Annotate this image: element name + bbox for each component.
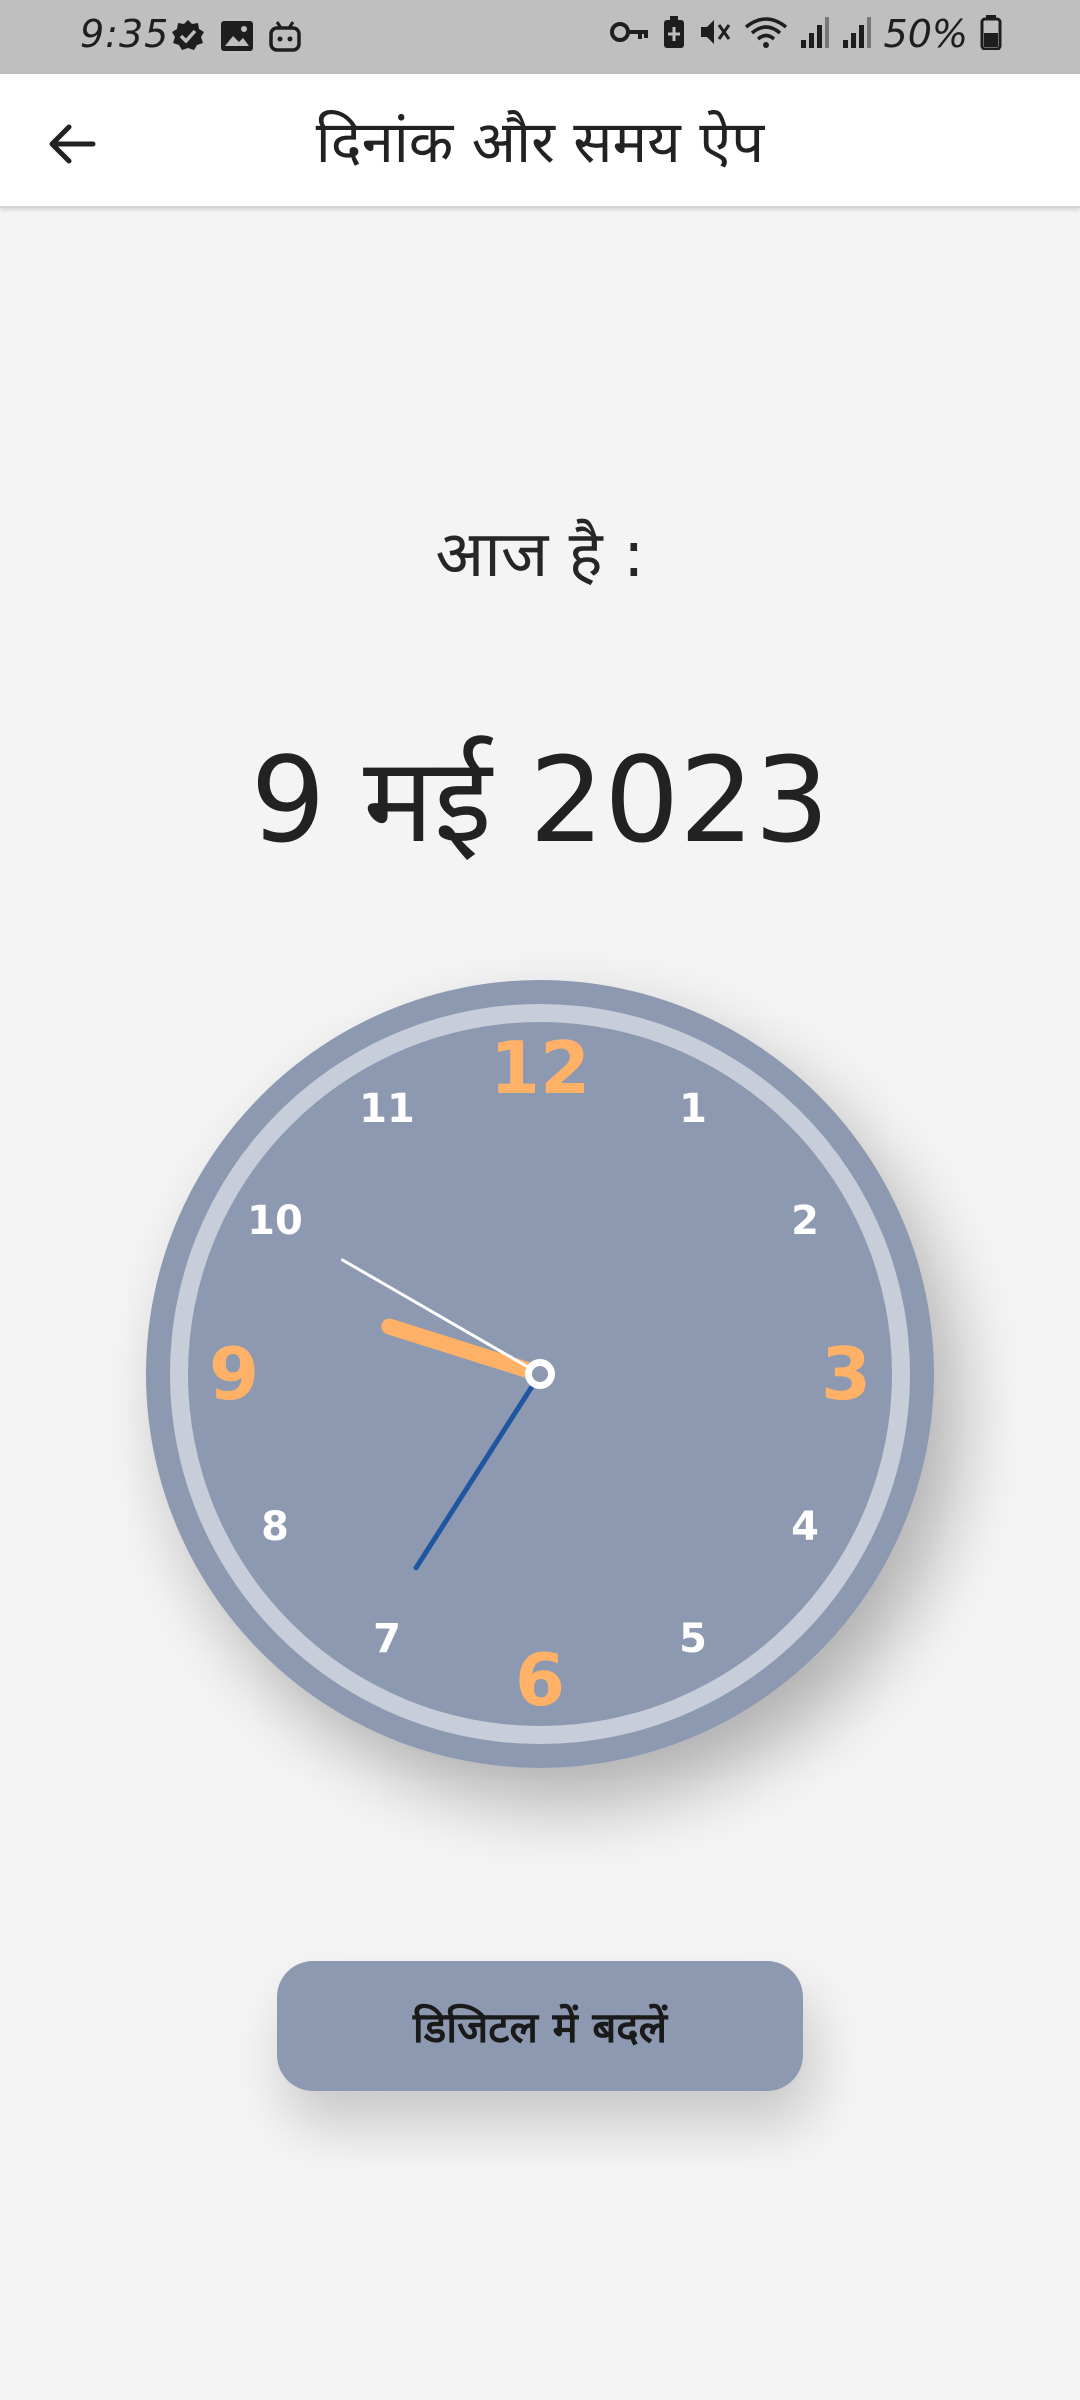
today-label: आज है : — [435, 518, 645, 592]
status-left-icons — [170, 18, 302, 58]
status-time: 9:35 — [80, 12, 170, 56]
signal-icon — [800, 16, 830, 52]
page-title: दिनांक और समय ऐप — [315, 108, 765, 176]
convert-button-label: डिजिटल में बदलें — [412, 2002, 668, 2052]
current-date: 9 मई 2023 — [250, 731, 830, 869]
app-bar: दिनांक और समय ऐप — [0, 74, 1080, 208]
analog-clock: 12 1 2 3 4 5 6 7 8 9 10 11 — [146, 980, 934, 1768]
clock-face: 12 1234567891011 — [146, 980, 934, 1768]
status-bar: 9:35 50% — [0, 0, 1080, 74]
image-icon — [220, 20, 254, 56]
clock-numeral-1: 1 — [679, 1086, 707, 1132]
status-right-icons: 50% — [609, 12, 1002, 56]
clock-numeral-10: 10 — [247, 1198, 303, 1244]
clock-numeral-7: 7 — [373, 1616, 401, 1662]
battery-icon — [980, 14, 1002, 54]
robot-face-icon — [268, 20, 302, 56]
clock-numeral-9: 9 — [209, 1332, 259, 1416]
wifi-icon — [744, 15, 788, 53]
convert-to-digital-button[interactable]: डिजिटल में बदलें — [277, 1961, 803, 2091]
back-button[interactable] — [30, 104, 114, 188]
clock-numeral-6: 6 — [515, 1638, 565, 1722]
clock-numeral-4: 4 — [791, 1504, 819, 1550]
clock-numeral-12: 12 — [490, 1026, 590, 1110]
mute-icon — [698, 15, 732, 53]
clock-numeral-8: 8 — [261, 1504, 289, 1550]
clock-numeral-5: 5 — [679, 1616, 707, 1662]
clock-center-dot — [532, 1366, 548, 1382]
clock-numeral-11: 11 — [359, 1086, 415, 1132]
key-icon — [609, 19, 650, 49]
clock-numeral-3: 3 — [821, 1332, 871, 1416]
arrow-left-icon — [47, 122, 97, 170]
battery-saver-icon — [662, 15, 686, 53]
signal-icon — [842, 16, 872, 52]
verified-check-icon — [170, 18, 206, 58]
clock-numeral-2: 2 — [791, 1198, 819, 1244]
battery-percentage: 50% — [883, 12, 968, 56]
